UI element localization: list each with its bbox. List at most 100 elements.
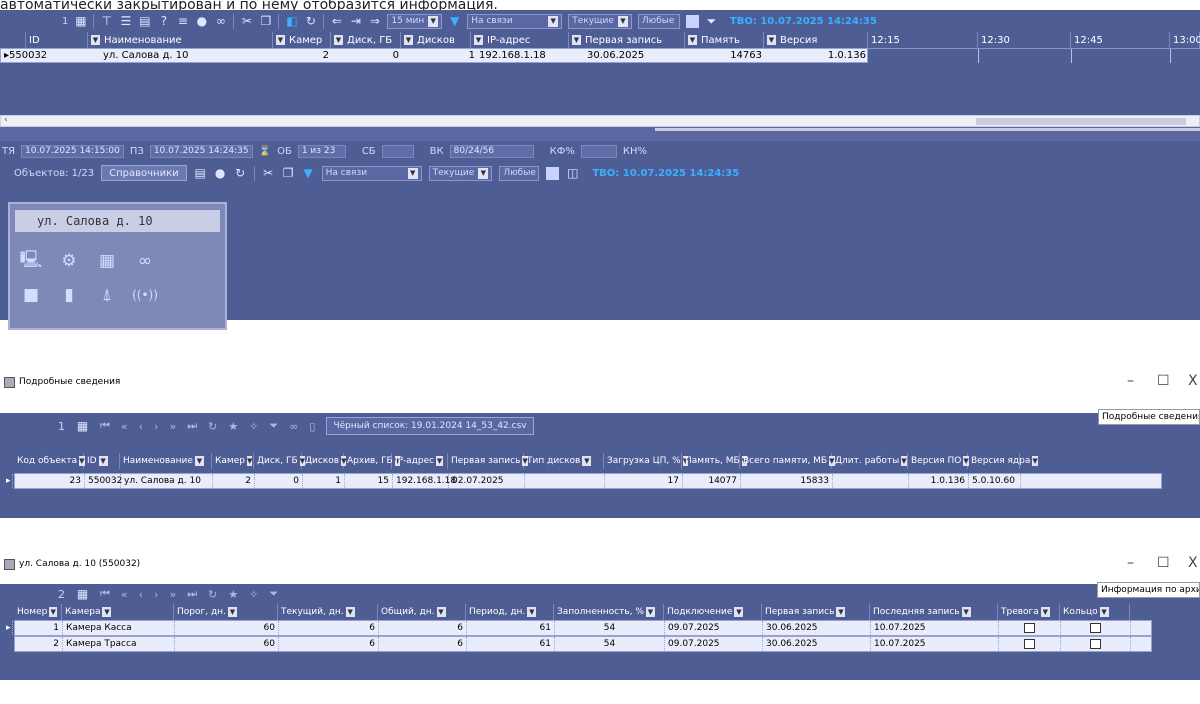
filter-sort-icon[interactable]: ▼ (448, 14, 461, 28)
film-icon[interactable]: ▦ (96, 250, 118, 272)
maximize-button[interactable]: ☐ (1157, 373, 1170, 389)
column-header[interactable]: Последняя запись ▼ (870, 604, 998, 620)
column-header[interactable]: ▼ Дисков (401, 32, 471, 48)
table-row[interactable]: ▸ 23 550032 ул. Салова д. 10 2 0 1 15 192.168.1… (6, 473, 1162, 489)
close-button[interactable]: X (1188, 555, 1198, 571)
column-header[interactable]: Загрузка ЦП, % ▼ (604, 453, 689, 469)
column-header[interactable]: Архив, ГБ ▼ (344, 453, 401, 469)
column-header[interactable]: Порог, дн. ▼ (174, 604, 278, 620)
splitter[interactable] (0, 127, 1200, 141)
document-icon[interactable]: ▤ (138, 14, 151, 28)
table-row[interactable]: 2 Камера Трасса 60 6 6 61 54 09.07.2025 30.06.20… (14, 636, 1152, 652)
arrow-left-icon[interactable]: ⇐ (330, 14, 343, 28)
last-icon[interactable]: ⏭ (187, 587, 197, 601)
first-icon[interactable]: ⏮ (100, 587, 110, 601)
voicemail-icon[interactable]: ∞ (134, 250, 156, 272)
alarm-icon[interactable]: ⍋ (96, 284, 118, 306)
column-header[interactable]: ▼ Первая запись (569, 32, 685, 48)
checkbox[interactable] (1024, 623, 1035, 633)
voicemail-icon[interactable]: ∞ (214, 14, 227, 28)
column-header[interactable]: Наименование ▼ (120, 453, 212, 469)
any-select[interactable]: Любые (637, 13, 680, 29)
column-header[interactable]: Общий, дн. ▼ (378, 604, 466, 620)
minimize-button[interactable]: – (1127, 373, 1134, 389)
next-page-icon[interactable]: » (169, 588, 176, 601)
prev-icon[interactable]: ‹ (139, 420, 143, 433)
column-header[interactable]: Дисков ▼ (302, 453, 347, 469)
filter-icon[interactable]: ⏷ (269, 587, 278, 601)
export-icon[interactable]: ◧ (285, 14, 298, 28)
column-header[interactable]: ▼ Память (685, 32, 764, 48)
column-header[interactable]: Период, дн. ▼ (466, 604, 554, 620)
door-icon[interactable]: ▮ (58, 284, 80, 306)
column-header[interactable]: Подключение ▼ (664, 604, 762, 620)
arrow-end-icon[interactable]: ⇥ (349, 14, 362, 28)
column-header[interactable]: Версия ПО ▼ (908, 453, 969, 469)
file-icon[interactable]: ▯ (309, 420, 315, 433)
refresh-icon[interactable]: ↻ (208, 588, 217, 601)
filter-sort-icon[interactable]: ▼ (302, 166, 315, 180)
help-icon[interactable]: ? (157, 14, 170, 28)
column-header[interactable]: Диск, ГБ ▼ (254, 453, 306, 469)
column-header[interactable]: ▼ IP-адрес (471, 32, 569, 48)
column-header[interactable]: Заполненность, % ▼ (554, 604, 664, 620)
next-icon[interactable]: › (154, 588, 158, 601)
star-add-icon[interactable]: ✧ (249, 420, 258, 433)
grid-icon[interactable]: ▦ (76, 587, 89, 601)
last-icon[interactable]: ⏭ (187, 419, 197, 433)
prev-page-icon[interactable]: « (121, 420, 128, 433)
refresh-icon[interactable]: ↻ (234, 166, 247, 180)
object-card[interactable]: ул. Салова д. 10 🖳 ⚙ ▦ ∞ ■ ▮ ⍋ ((•)) (8, 202, 227, 330)
scroll-thumb[interactable] (976, 118, 1186, 125)
columns-icon[interactable]: ◫ (566, 166, 579, 180)
voicemail-icon[interactable]: ∞ (289, 420, 298, 433)
table-row[interactable]: ▸ 1 Камера Касса 60 6 6 61 54 09.07.2025 30.06.2… (6, 620, 1152, 636)
tree-icon[interactable]: ⊤ (100, 14, 113, 28)
column-header[interactable]: Всего памяти, МБ ▼ (740, 453, 835, 469)
column-header[interactable]: Камера ▼ (62, 604, 174, 620)
column-header[interactable]: ID (26, 32, 88, 48)
blacklist-file[interactable]: Чёрный список: 19.01.2024 14_53_42.csv (326, 417, 534, 435)
column-header[interactable]: Версия ядра ▼ (968, 453, 1038, 469)
column-header[interactable]: ▼ Наименование (88, 32, 273, 48)
horizontal-scrollbar[interactable]: ‹ (0, 115, 1200, 127)
column-header[interactable]: Первая запись ▼ (762, 604, 870, 620)
checkbox[interactable] (1090, 639, 1101, 649)
close-button[interactable]: X (1188, 373, 1198, 389)
scissors-icon[interactable]: ✂ (240, 14, 253, 28)
column-header[interactable]: Тревога ▼ (998, 604, 1060, 620)
minimize-button[interactable]: – (1127, 555, 1134, 571)
refresh-icon[interactable]: ↻ (304, 14, 317, 28)
connection-select[interactable]: На связи ▼ (467, 13, 563, 29)
next-page-icon[interactable]: » (169, 420, 176, 433)
interval-select[interactable]: 15 мин ▼ (387, 13, 443, 29)
column-header[interactable]: Первая запись ▼ (448, 453, 528, 469)
star-add-icon[interactable]: ✧ (249, 588, 258, 601)
checkbox[interactable] (1090, 623, 1101, 633)
filter-icon[interactable]: ⏷ (705, 14, 718, 28)
star-icon[interactable]: ★ (228, 420, 238, 433)
column-header[interactable]: Номер ▼ (14, 604, 62, 620)
column-header[interactable]: ▼ Версия (764, 32, 868, 48)
references-button[interactable]: Справочники (101, 165, 187, 181)
copy-icon[interactable]: ❐ (282, 166, 295, 180)
menu-icon[interactable]: ≡ (176, 14, 189, 28)
next-icon[interactable]: › (154, 420, 158, 433)
filter-icon[interactable]: ⏷ (269, 419, 278, 433)
column-header[interactable]: IP-адрес ▼ (392, 453, 448, 469)
splitter-bar[interactable] (655, 128, 1200, 131)
mode-select[interactable]: Текущие ▼ (568, 13, 632, 29)
column-header[interactable]: Камер ▼ (212, 453, 254, 469)
grid-icon[interactable]: ▦ (76, 419, 89, 433)
gear-icon[interactable]: ⚙ (58, 250, 80, 272)
camera-icon[interactable]: ■ (20, 284, 42, 306)
mode-select[interactable]: Текущие ▼ (428, 165, 493, 181)
grid-icon[interactable]: ▦ (74, 14, 87, 28)
monitor-icon[interactable]: 🖳 (20, 250, 43, 272)
square-icon[interactable] (546, 166, 560, 180)
scissors-icon[interactable]: ✂ (262, 166, 275, 180)
checkbox[interactable] (1024, 639, 1035, 649)
any-select[interactable]: Любые (499, 165, 540, 181)
list-icon[interactable]: ▤ (194, 166, 207, 180)
star-icon[interactable]: ★ (228, 588, 238, 601)
